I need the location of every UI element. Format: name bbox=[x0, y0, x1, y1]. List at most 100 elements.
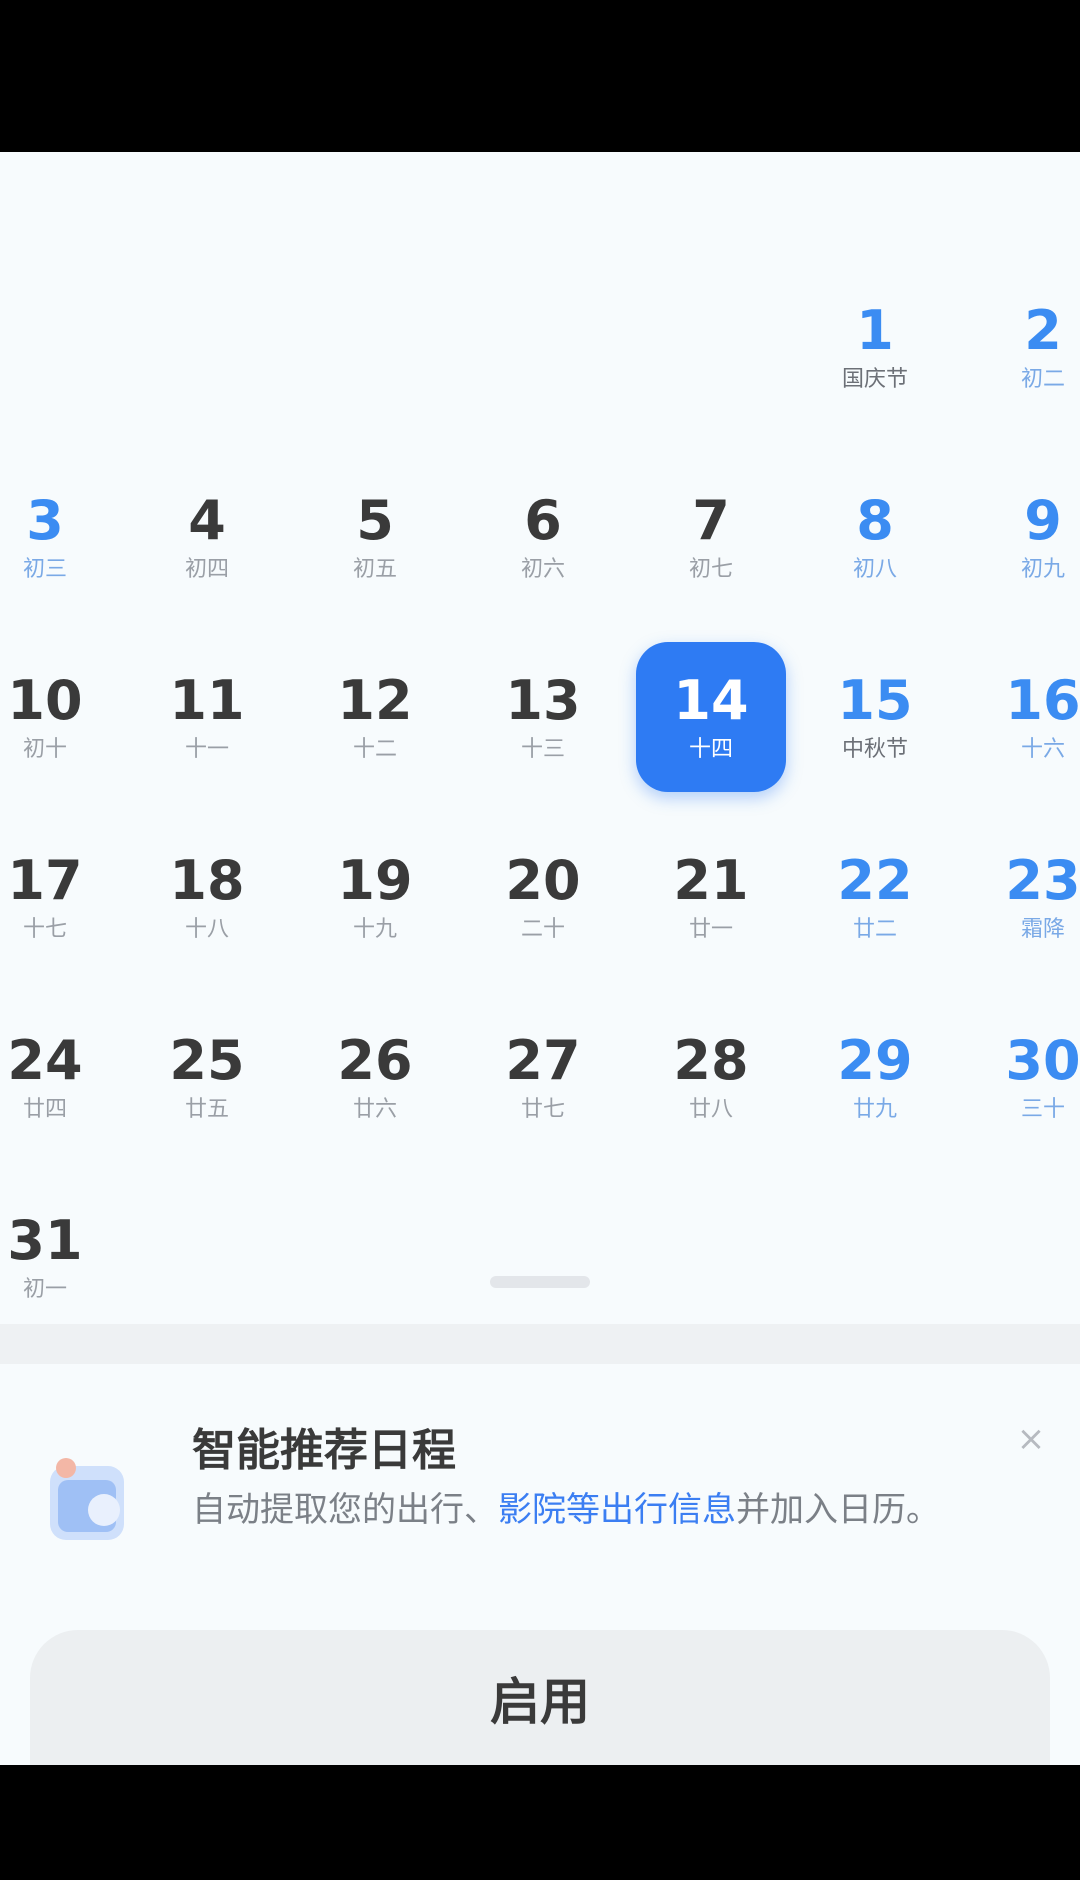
calendar-day-19[interactable]: 19 十九 bbox=[300, 822, 450, 972]
day-number: 28 bbox=[673, 1029, 749, 1092]
calendar-day-6[interactable]: 6 初六 bbox=[468, 462, 618, 612]
day-number: 31 bbox=[7, 1209, 83, 1272]
day-number: 17 bbox=[7, 849, 83, 912]
calendar-day-4[interactable]: 4 初四 bbox=[132, 462, 282, 612]
day-number: 18 bbox=[169, 849, 245, 912]
day-number: 12 bbox=[337, 669, 413, 732]
day-lunar-label: 二十 bbox=[520, 917, 565, 942]
calendar-day-22[interactable]: 22 廿二 bbox=[800, 822, 950, 972]
day-lunar-label: 初七 bbox=[688, 557, 733, 582]
day-lunar-label: 初六 bbox=[520, 557, 565, 582]
day-lunar-label: 十七 bbox=[22, 917, 67, 942]
calendar-day-28[interactable]: 28 廿八 bbox=[636, 1002, 786, 1152]
day-lunar-label: 初一 bbox=[22, 1277, 67, 1302]
day-number: 2 bbox=[1024, 299, 1062, 362]
day-lunar-label: 初八 bbox=[852, 557, 897, 582]
day-number: 10 bbox=[7, 669, 83, 732]
day-lunar-label: 十四 bbox=[688, 737, 733, 762]
calendar-day-31[interactable]: 31 初一 bbox=[0, 1182, 120, 1332]
day-lunar-label: 十八 bbox=[184, 917, 229, 942]
day-number: 19 bbox=[337, 849, 413, 912]
calendar-day-17[interactable]: 17 十七 bbox=[0, 822, 120, 972]
close-icon[interactable]: × bbox=[1010, 1418, 1052, 1460]
banner-title: 智能推荐日程 bbox=[192, 1425, 456, 1476]
day-lunar-label: 初四 bbox=[184, 557, 229, 582]
day-lunar-label: 初五 bbox=[352, 557, 397, 582]
calendar-day-13[interactable]: 13 十三 bbox=[468, 642, 618, 792]
calendar-day-21[interactable]: 21 廿一 bbox=[636, 822, 786, 972]
calendar-day-7[interactable]: 7 初七 bbox=[636, 462, 786, 612]
banner-desc-highlight[interactable]: 影院等出行信息 bbox=[498, 1490, 736, 1530]
calendar-day-1[interactable]: 1 国庆节 bbox=[800, 272, 950, 422]
day-lunar-label: 廿七 bbox=[520, 1097, 565, 1122]
day-lunar-label: 初二 bbox=[1020, 367, 1065, 392]
day-lunar-label: 廿六 bbox=[352, 1097, 397, 1122]
day-number: 30 bbox=[1005, 1029, 1080, 1092]
day-number: 13 bbox=[505, 669, 581, 732]
day-number: 5 bbox=[356, 489, 394, 552]
calendar-day-26[interactable]: 26 廿六 bbox=[300, 1002, 450, 1152]
banner-desc-prefix: 自动提取您的出行、 bbox=[192, 1490, 498, 1530]
calendar-day-30[interactable]: 30 三十 bbox=[968, 1002, 1080, 1152]
day-number: 9 bbox=[1024, 489, 1062, 552]
calendar-day-15[interactable]: 15 中秋节 bbox=[800, 642, 950, 792]
day-number: 3 bbox=[26, 489, 64, 552]
day-lunar-label: 十三 bbox=[520, 737, 565, 762]
day-lunar-label: 廿五 bbox=[184, 1097, 229, 1122]
day-lunar-label: 十一 bbox=[184, 737, 229, 762]
day-lunar-label: 廿一 bbox=[688, 917, 733, 942]
day-number: 4 bbox=[188, 489, 226, 552]
calendar-day-18[interactable]: 18 十八 bbox=[132, 822, 282, 972]
day-lunar-label: 十二 bbox=[352, 737, 397, 762]
day-number: 26 bbox=[337, 1029, 413, 1092]
drag-handle[interactable] bbox=[490, 1276, 590, 1288]
calendar-day-29[interactable]: 29 廿九 bbox=[800, 1002, 950, 1152]
day-number: 20 bbox=[505, 849, 581, 912]
day-lunar-label: 十六 bbox=[1020, 737, 1065, 762]
calendar-day-20[interactable]: 20 二十 bbox=[468, 822, 618, 972]
day-number: 27 bbox=[505, 1029, 581, 1092]
day-lunar-label: 十九 bbox=[352, 917, 397, 942]
day-lunar-label: 廿二 bbox=[852, 917, 897, 942]
calendar-day-8[interactable]: 8 初八 bbox=[800, 462, 950, 612]
day-lunar-label: 中秋节 bbox=[841, 737, 908, 762]
day-lunar-label: 国庆节 bbox=[841, 367, 908, 392]
day-number: 7 bbox=[692, 489, 730, 552]
day-number: 14 bbox=[673, 669, 749, 732]
day-lunar-label: 三十 bbox=[1020, 1097, 1065, 1122]
banner-description: 自动提取您的出行、影院等出行信息并加入日历。 bbox=[192, 1482, 972, 1538]
banner-desc-suffix: 并加入日历。 bbox=[736, 1490, 940, 1530]
calendar-day-5[interactable]: 5 初五 bbox=[300, 462, 450, 612]
day-number: 23 bbox=[1005, 849, 1080, 912]
calendar-app-icon bbox=[50, 1458, 124, 1540]
day-number: 25 bbox=[169, 1029, 245, 1092]
enable-button[interactable]: 启用 bbox=[30, 1630, 1050, 1765]
calendar-day-12[interactable]: 12 十二 bbox=[300, 642, 450, 792]
day-lunar-label: 初九 bbox=[1020, 557, 1065, 582]
calendar-day-9[interactable]: 9 初九 bbox=[968, 462, 1080, 612]
day-number: 22 bbox=[837, 849, 913, 912]
day-lunar-label: 廿四 bbox=[22, 1097, 67, 1122]
calendar-day-16[interactable]: 16 十六 bbox=[968, 642, 1080, 792]
day-number: 1 bbox=[856, 299, 894, 362]
day-lunar-label: 霜降 bbox=[1020, 917, 1065, 942]
calendar-day-24[interactable]: 24 廿四 bbox=[0, 1002, 120, 1152]
calendar-day-14[interactable]: 14 十四 bbox=[636, 642, 786, 792]
day-lunar-label: 廿九 bbox=[852, 1097, 897, 1122]
day-number: 6 bbox=[524, 489, 562, 552]
calendar-day-11[interactable]: 11 十一 bbox=[132, 642, 282, 792]
calendar-day-10[interactable]: 10 初十 bbox=[0, 642, 120, 792]
day-lunar-label: 初三 bbox=[22, 557, 67, 582]
day-number: 16 bbox=[1005, 669, 1080, 732]
day-number: 8 bbox=[856, 489, 894, 552]
section-divider bbox=[0, 1324, 1080, 1364]
day-number: 11 bbox=[169, 669, 245, 732]
calendar-day-27[interactable]: 27 廿七 bbox=[468, 1002, 618, 1152]
calendar-day-2[interactable]: 2 初二 bbox=[968, 272, 1080, 422]
calendar-day-25[interactable]: 25 廿五 bbox=[132, 1002, 282, 1152]
calendar-day-23[interactable]: 23 霜降 bbox=[968, 822, 1080, 972]
day-number: 24 bbox=[7, 1029, 83, 1092]
day-number: 21 bbox=[673, 849, 749, 912]
calendar-day-3[interactable]: 3 初三 bbox=[0, 462, 120, 612]
day-lunar-label: 初十 bbox=[22, 737, 67, 762]
